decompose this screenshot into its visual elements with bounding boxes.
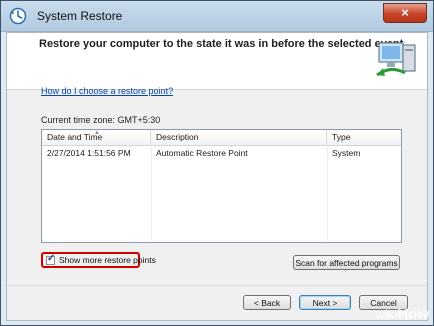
column-header-type[interactable]: Type [327, 130, 401, 145]
page-title: Restore your computer to the state it wa… [39, 38, 404, 50]
row-description: Automatic Restore Point [156, 148, 248, 158]
title-bar[interactable]: System Restore × [1, 1, 433, 32]
row-date-time: 2/27/2014 1:51:56 PM [47, 148, 131, 158]
table-row[interactable]: 2/27/2014 1:51:56 PM Automatic Restore P… [42, 146, 401, 160]
current-time-zone: Current time zone: GMT+5:30 [41, 115, 161, 125]
sort-arrow-icon: ▲ [94, 130, 100, 136]
system-restore-icon [9, 7, 27, 25]
show-more-label: Show more restore points [59, 255, 156, 265]
show-more-restore-points-option[interactable]: ✓ Show more restore points [41, 252, 156, 268]
back-button[interactable]: < Back [243, 295, 291, 310]
choose-restore-point-link[interactable]: How do I choose a restore point? [41, 86, 173, 96]
column-header-description[interactable]: Description [151, 130, 327, 145]
list-header: Date and Time ▲ Description Type [42, 130, 401, 146]
watermark-wiki: wiki [375, 307, 398, 322]
computer-restore-icon [376, 42, 416, 77]
header-panel: Restore your computer to the state it wa… [7, 33, 427, 90]
next-button[interactable]: Next > [299, 295, 351, 310]
checkmark-icon: ✓ [47, 253, 56, 264]
restore-points-list[interactable]: Date and Time ▲ Description Type 2/27/20… [41, 129, 402, 243]
footer-divider [7, 285, 427, 286]
wizard-content: Restore your computer to the state it wa… [6, 32, 428, 321]
wikihow-watermark: wikiHow [376, 306, 429, 323]
system-restore-window: System Restore × Restore your computer t… [0, 0, 434, 326]
row-type: System [332, 148, 361, 158]
scan-affected-programs-button[interactable]: Scan for affected programs [293, 255, 400, 270]
show-more-checkbox[interactable]: ✓ [46, 253, 56, 265]
window-title: System Restore [37, 9, 123, 23]
watermark-how: How [397, 306, 429, 323]
close-button[interactable]: × [383, 3, 427, 23]
